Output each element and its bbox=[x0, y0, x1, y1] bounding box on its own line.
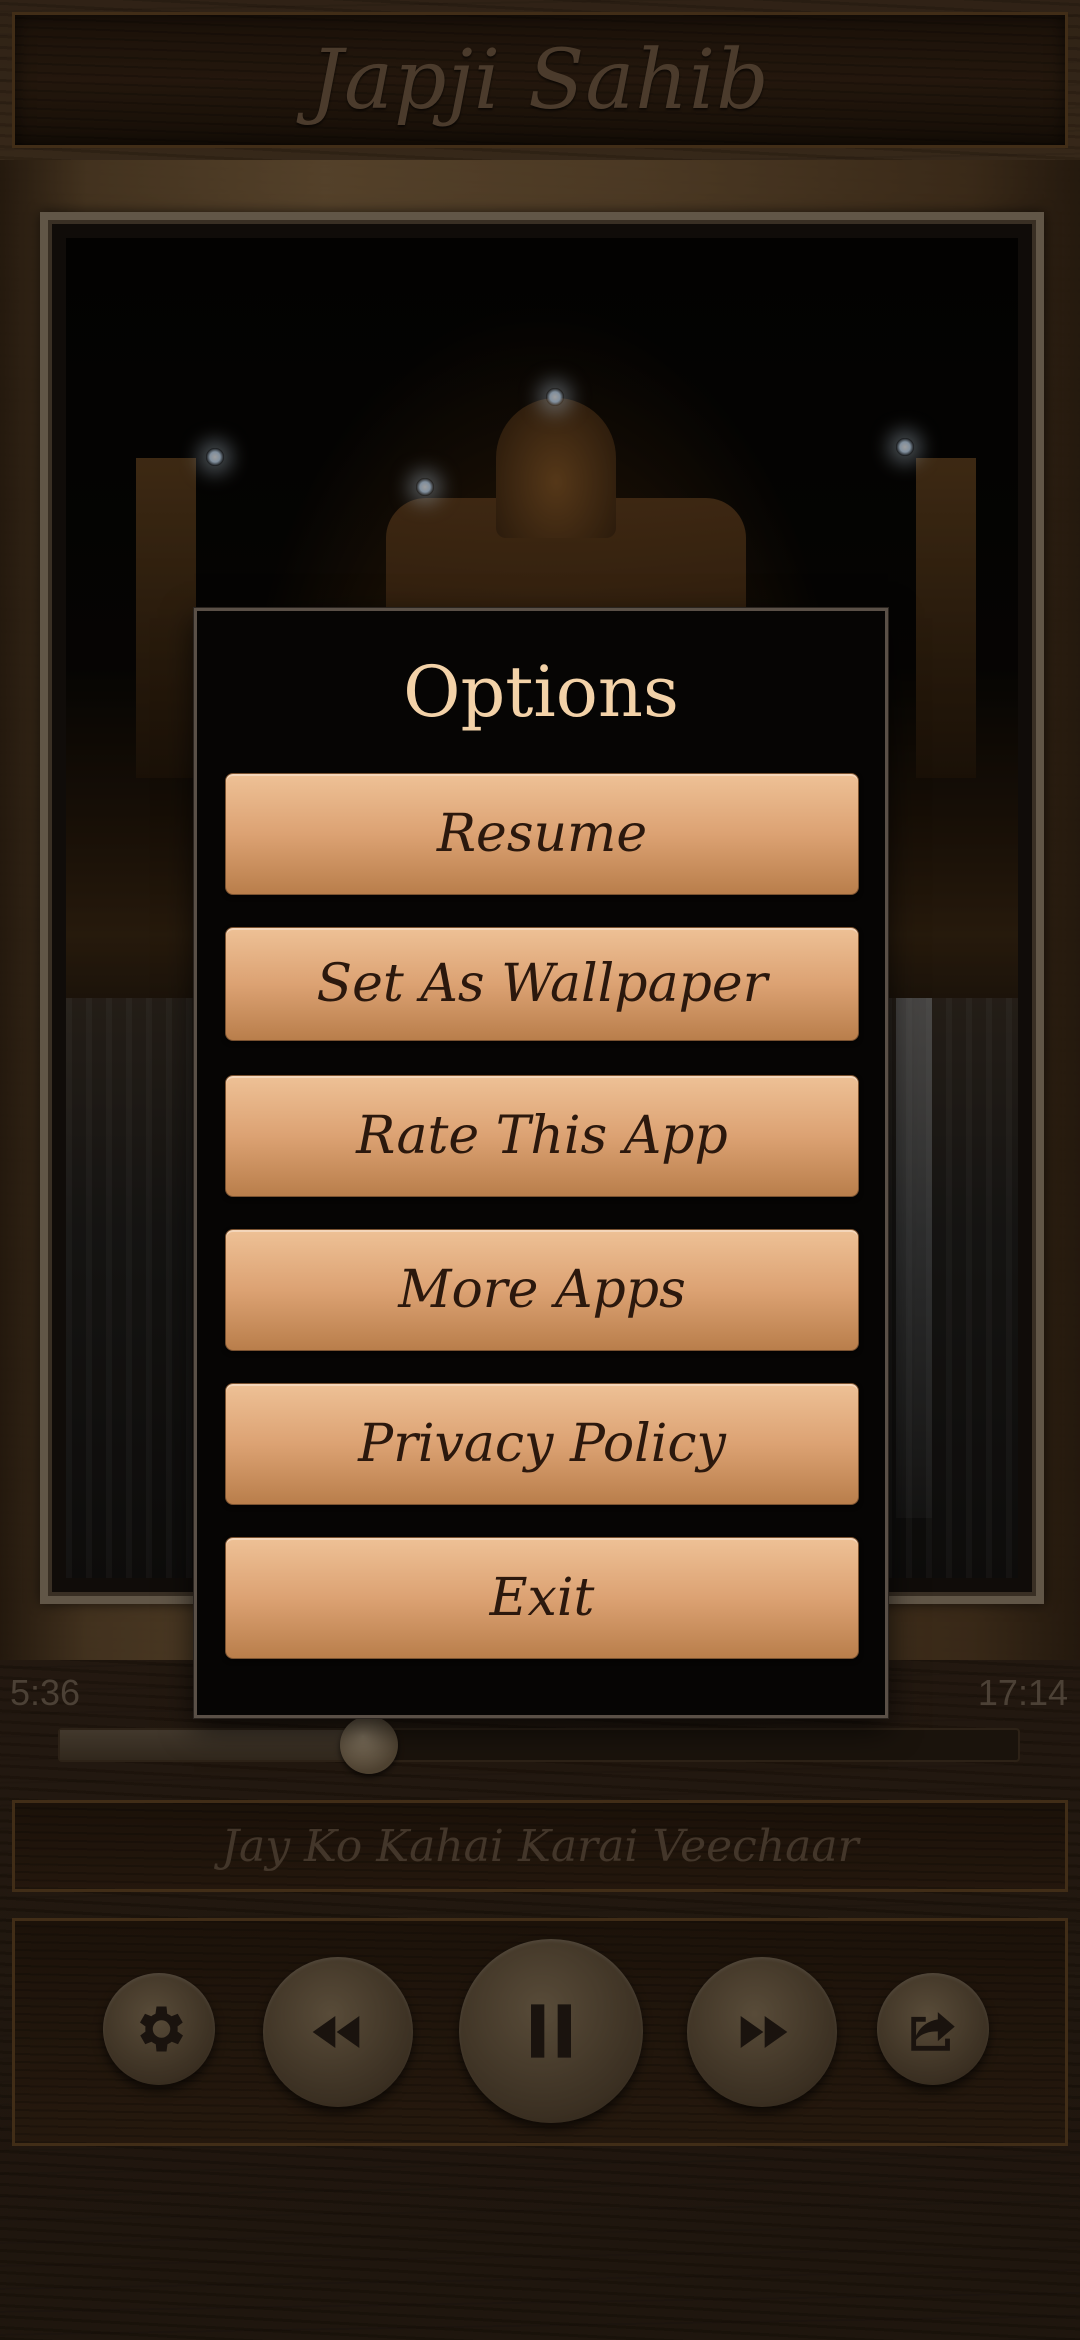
options-dialog: Options Resume Set As Wallpaper Rate Thi… bbox=[194, 608, 888, 1718]
privacy-policy-button[interactable]: Privacy Policy bbox=[225, 1383, 859, 1505]
more-apps-button[interactable]: More Apps bbox=[225, 1229, 859, 1351]
resume-button[interactable]: Resume bbox=[225, 773, 859, 895]
rate-this-app-button[interactable]: Rate This App bbox=[225, 1075, 859, 1197]
exit-button[interactable]: Exit bbox=[225, 1537, 859, 1659]
dialog-title: Options bbox=[403, 651, 679, 733]
set-as-wallpaper-button[interactable]: Set As Wallpaper bbox=[225, 927, 859, 1041]
